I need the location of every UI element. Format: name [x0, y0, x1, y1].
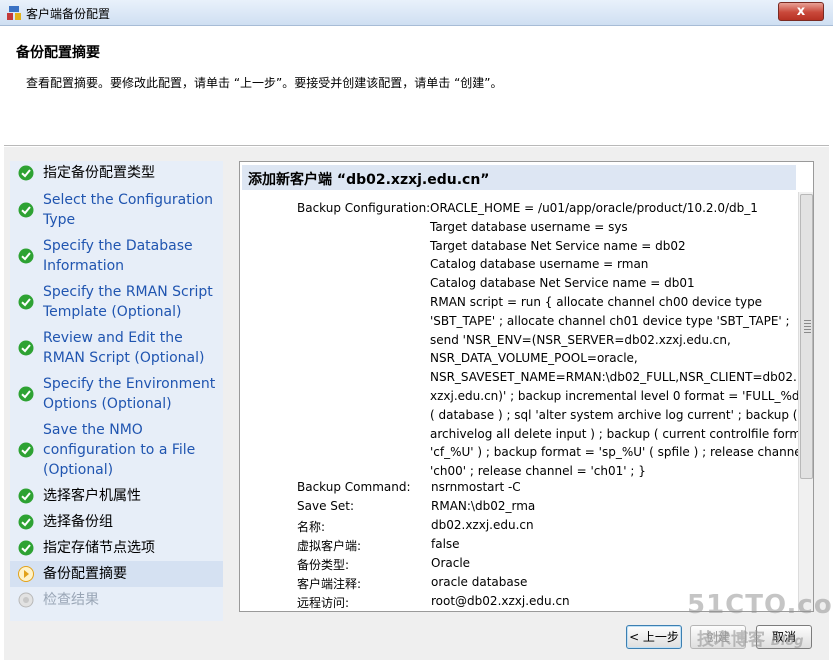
window-title: 客户端备份配置 [26, 7, 111, 21]
summary-panel: 添加新客户端 “db02.xzxj.edu.cn” Backup Configu… [239, 161, 814, 612]
config-line: 'cf_%U' ) ; backup format = 'sp_%U' ( sp… [430, 445, 814, 460]
field-label: 名称: [297, 520, 326, 534]
wizard-step-label: 指定存储节点选项 [43, 540, 155, 556]
wizard-step-label: 备份配置摘要 [43, 566, 127, 582]
wizard-step-2: Select the Configuration Type [10, 187, 223, 233]
wizard-step-4: Specify the RMAN Script Template (Option… [10, 279, 223, 325]
check-icon [18, 540, 34, 556]
field-value: Oracle [431, 556, 471, 570]
field-value: false [431, 537, 460, 551]
config-line: RMAN script = run { allocate channel ch0… [430, 294, 763, 309]
wizard-step-10: 指定存储节点选项 [10, 535, 223, 561]
wizard-body: 指定备份配置类型 Select the Configuration Type Spe… [4, 147, 829, 660]
field-label: Backup Configuration: [297, 201, 431, 215]
current-step-icon [18, 566, 34, 582]
config-line: Target database username = sys [430, 219, 628, 234]
wizard-step-8: 选择客户机属性 [10, 483, 223, 509]
summary-title: 添加新客户端 “db02.xzxj.edu.cn” [242, 165, 796, 190]
watermark-logo: 51CTO.com [687, 590, 833, 620]
back-button[interactable]: < 上一步 [626, 625, 682, 649]
config-line: ( database ) ; sql 'alter system archive… [430, 407, 798, 422]
check-icon [18, 442, 34, 458]
field-value: root@db02.xzxj.edu.cn [431, 594, 570, 608]
field-label: Save Set: [297, 499, 355, 513]
config-line: 'ch00' ; release channel = 'ch01' ; } [430, 464, 646, 479]
watermark-subtitle: 技术博客 Blog [697, 625, 804, 650]
wizard-step-6: Specify the Environment Options (Optiona… [10, 371, 223, 417]
watermark-blog: Blog [770, 634, 804, 649]
pending-step-icon [18, 592, 34, 608]
field-value: oracle database [431, 575, 528, 589]
wizard-step-5: Review and Edit the RMAN Script (Optiona… [10, 325, 223, 371]
config-line: Target database Net Service name = db02 [430, 238, 686, 253]
check-icon [18, 340, 34, 356]
field-value: RMAN:\db02_rma [431, 499, 536, 513]
field-value: nsrnmostart -C [431, 480, 521, 494]
config-line: Catalog database username = rman [430, 257, 649, 272]
page-title: 备份配置摘要 [16, 45, 100, 61]
wizard-step-label: Save the NMO configuration to a File (Op… [43, 422, 196, 478]
check-icon [18, 248, 34, 264]
wizard-step-label: 选择客户机属性 [43, 488, 141, 504]
wizard-step-label: 选择备份组 [43, 514, 113, 530]
config-line: Catalog database Net Service name = db01 [430, 276, 695, 291]
wizard-step-1: 指定备份配置类型 [10, 161, 223, 185]
config-line: xzxj.edu.cn)' ; backup incremental level… [430, 388, 814, 403]
wizard-step-12: 检查结果 [10, 587, 223, 613]
close-button[interactable]: x [778, 2, 824, 21]
field-label: 备份类型: [297, 558, 350, 572]
field-value: db02.xzxj.edu.cn [431, 518, 534, 532]
scrollbar-thumb[interactable] [800, 194, 813, 479]
wizard-step-label: Select the Configuration Type [43, 192, 214, 228]
check-icon [18, 294, 34, 310]
app-icon [7, 6, 21, 20]
wizard-step-label: 检查结果 [43, 592, 99, 608]
config-line: send 'NSR_ENV=(NSR_SERVER=db02.xzxj.edu.… [430, 332, 731, 347]
title-bar: 客户端备份配置 x [0, 0, 833, 26]
page-description: 查看配置摘要。要修改此配置，请单击 “上一步”。要接受并创建该配置，请单击 “创… [26, 76, 503, 90]
config-line: NSR_SAVESET_NAME=RMAN:\db02_FULL,NSR_CLI… [430, 370, 797, 385]
check-icon [18, 165, 34, 181]
config-line: archivelog all delete input ) ; backup (… [430, 426, 814, 441]
wizard-step-label: Specify the Environment Options (Optiona… [43, 376, 216, 412]
check-icon [18, 386, 34, 402]
vertical-scrollbar[interactable] [798, 192, 813, 611]
backup-configuration-value: ORACLE_HOME = /u01/app/oracle/product/10… [430, 199, 814, 481]
check-icon [18, 202, 34, 218]
wizard-step-label: Specify the RMAN Script Template (Option… [43, 284, 213, 320]
wizard-steps: 指定备份配置类型 Select the Configuration Type Spe… [10, 161, 223, 621]
field-label: 虚拟客户端: [297, 539, 362, 553]
wizard-step-label: 指定备份配置类型 [43, 165, 155, 181]
wizard-step-9: 选择备份组 [10, 509, 223, 535]
config-line: NSR_DATA_VOLUME_POOL=oracle, [430, 351, 638, 366]
wizard-step-label: Specify the Database Information [43, 238, 193, 274]
config-line: ORACLE_HOME = /u01/app/oracle/product/10… [430, 201, 758, 215]
field-label: 远程访问: [297, 596, 350, 610]
wizard-step-label: Review and Edit the RMAN Script (Optiona… [43, 330, 205, 366]
wizard-header: 备份配置摘要 查看配置摘要。要修改此配置，请单击 “上一步”。要接受并创建该配置… [4, 26, 829, 146]
config-line: 'SBT_TAPE' ; allocate channel ch01 devic… [430, 313, 790, 328]
check-icon [18, 514, 34, 530]
field-label: Backup Command: [297, 480, 411, 494]
grip-icon [804, 320, 811, 334]
wizard-step-3: Specify the Database Information [10, 233, 223, 279]
field-label: 客户端注释: [297, 577, 362, 591]
watermark-sub: 技术博客 [697, 630, 765, 650]
wizard-step-7: Save the NMO configuration to a File (Op… [10, 417, 223, 483]
wizard-step-11: 备份配置摘要 [10, 561, 223, 587]
check-icon [18, 488, 34, 504]
